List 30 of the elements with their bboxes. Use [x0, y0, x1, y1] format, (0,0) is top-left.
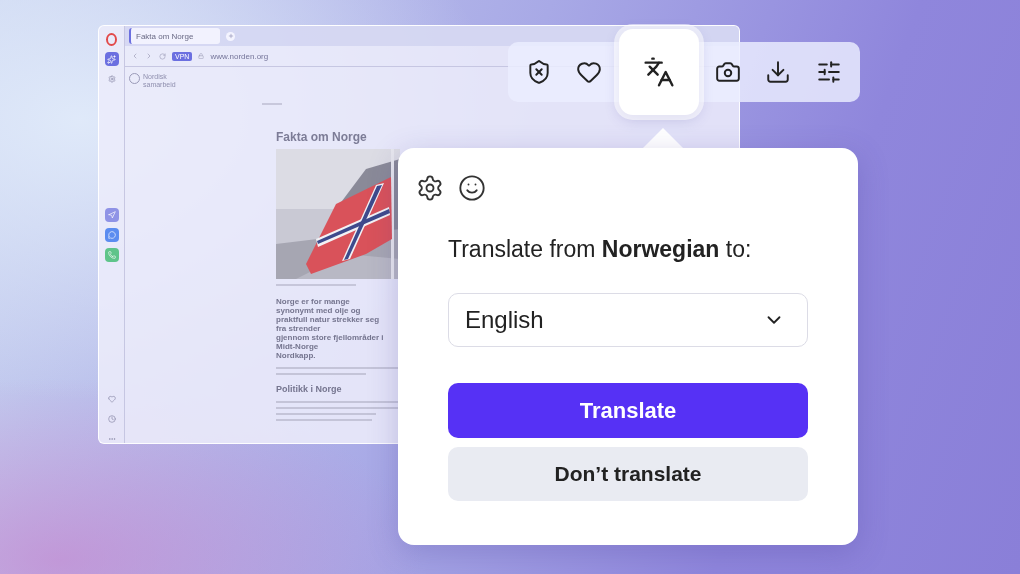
- chat-icon[interactable]: [104, 228, 119, 242]
- heart-icon: [576, 59, 603, 85]
- settings-icon[interactable]: [416, 174, 444, 202]
- reload-icon[interactable]: [159, 52, 166, 60]
- address-field[interactable]: www.norden.org: [210, 51, 269, 61]
- new-tab-button[interactable]: [226, 31, 235, 41]
- browser-logo-icon: [104, 32, 119, 46]
- lead-text: gjennom store fjellområder i Midt-Norge: [276, 333, 385, 351]
- navigation-icon[interactable]: [104, 208, 119, 222]
- browser-tab[interactable]: Fakta om Norge: [129, 28, 220, 44]
- forward-icon[interactable]: [145, 52, 153, 60]
- lead-text: Nordkapp.: [276, 351, 317, 360]
- language-dropdown[interactable]: English: [448, 293, 808, 347]
- translate-icon: [642, 56, 675, 88]
- sparkle-icon[interactable]: [104, 52, 119, 66]
- article-heading: Fakta om Norge: [276, 130, 368, 144]
- plus-icon: [227, 33, 234, 39]
- smile-icon[interactable]: [458, 174, 486, 202]
- sliders-icon: [815, 59, 842, 85]
- back-icon[interactable]: [131, 52, 139, 60]
- translate-button[interactable]: Translate: [448, 383, 808, 438]
- download-icon: [765, 59, 792, 85]
- translate-prompt: Translate from Norwegian to:: [448, 236, 753, 263]
- camera-icon: [715, 59, 742, 85]
- section-heading: Politikk i Norge: [276, 384, 343, 394]
- language-value: English: [465, 306, 544, 334]
- lock-icon: [198, 53, 205, 59]
- toolbar-button[interactable]: [618, 29, 699, 115]
- dont-translate-button[interactable]: Don’t translate: [448, 447, 808, 501]
- phone-icon[interactable]: [104, 248, 119, 262]
